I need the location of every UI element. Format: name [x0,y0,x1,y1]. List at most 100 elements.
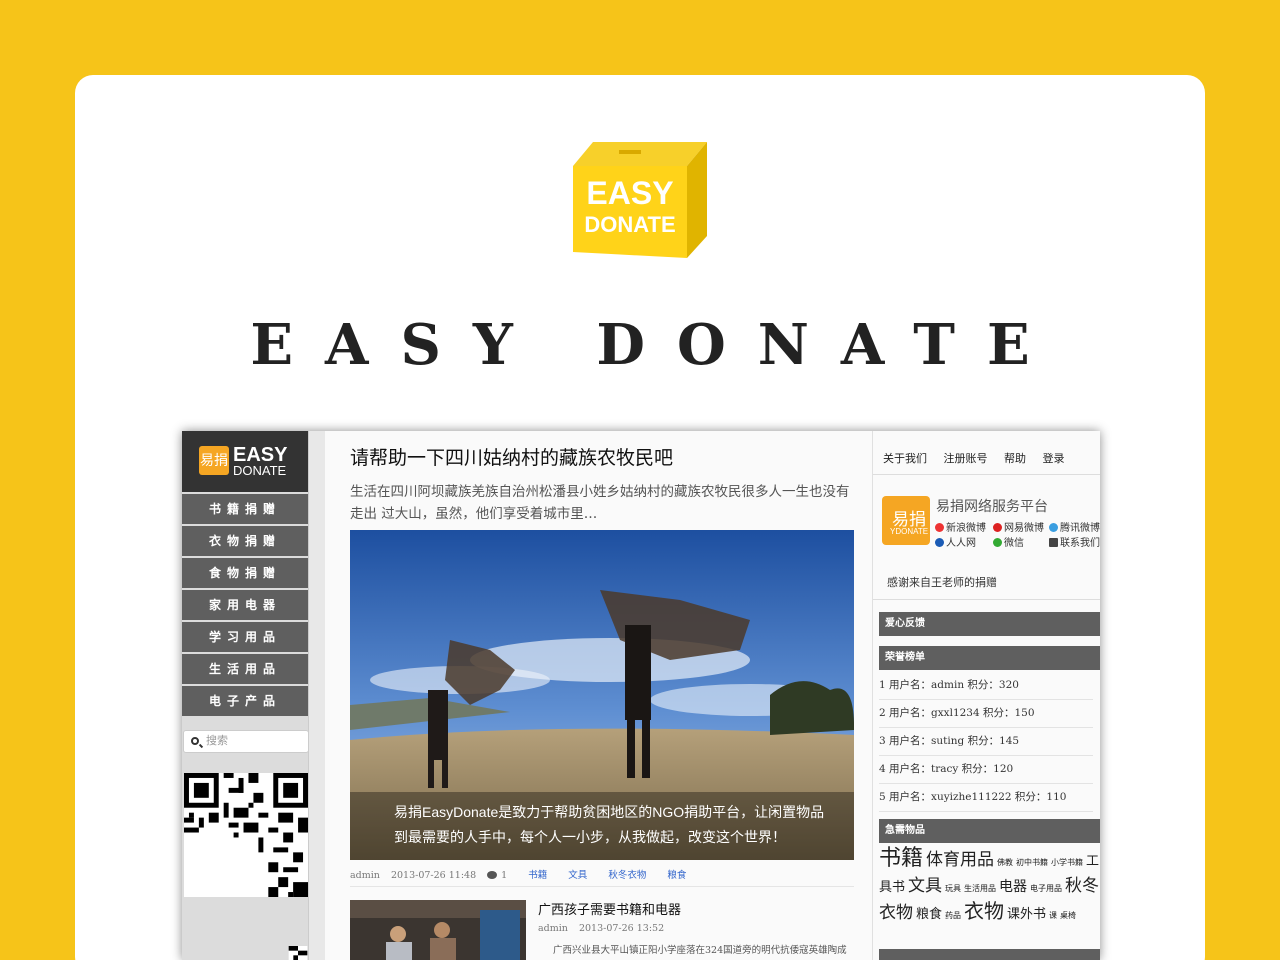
platform-logo: 易捐 YDONATE [882,496,930,545]
nav-register[interactable]: 注册账号 [944,452,988,465]
post-tag[interactable]: 粮食 [667,870,686,881]
social-label: 微信 [1004,538,1024,549]
rank-row: 3 用户名：suting 积分：145 [879,728,1093,756]
social-label: 联系我们 [1060,538,1100,549]
tag-cloud-item[interactable]: 衣物 [964,899,1004,923]
post2-meta: admin 2013-07-26 13:52 [538,923,664,934]
tag-cloud: 书籍 体育用品 佛教 初中书籍 小学书籍 工具书 文具 玩具 生活用品 电器 电子用品 秋冬衣物 粮食药… [879,847,1100,927]
post-excerpt: 生活在四川阿坝藏族羌族自治州松潘县小姓乡姑纳村的藏族农牧民很多人一生也没有走出 … [350,484,850,522]
social-netease[interactable]: 网易微博 [993,519,1044,534]
feedback-heading[interactable]: 爱心反馈 [879,612,1100,636]
qr-code-image [184,773,308,897]
social-weibo[interactable]: 新浪微博 [935,519,986,534]
wechat-icon [993,538,1002,547]
tag-cloud-item[interactable]: 体育用品 [926,850,994,870]
post-author[interactable]: admin [350,870,380,881]
tag-cloud-item[interactable]: 玩具 [945,884,961,893]
post2-photo [350,900,526,960]
tag-cloud-item[interactable]: 初中书籍 [1016,858,1048,867]
post-date: 2013-07-26 11:48 [390,870,477,881]
tag-cloud-item[interactable]: 桌椅 [1060,911,1076,920]
comment-icon [487,871,498,879]
social-contact[interactable]: 联系我们 [1049,534,1100,549]
hero-caption: 易捐EasyDonate是致力于帮助贫困地区的NGO捐助平台，让闲置物品 到最需… [350,792,854,860]
sidebar-item-daily[interactable]: 生活用品 [182,654,308,684]
tag-cloud-item[interactable]: 电器 [999,879,1027,895]
renren-icon [935,538,944,547]
column-gutter [309,431,325,960]
tag-cloud-item[interactable]: 生活用品 [964,884,996,893]
social-label: 人人网 [946,538,976,549]
thanks-message: 感谢来自王老师的捐赠 [887,576,997,589]
easy-donate-box-logo: EASY DONATE [573,142,707,258]
post2-date: 2013-07-26 13:52 [578,923,665,934]
main-content: 请帮助一下四川姑纳村的藏族农牧民吧 生活在四川阿坝藏族羌族自治州松潘县小姓乡姑纳… [325,431,872,960]
post-hero-image[interactable]: 易捐EasyDonate是致力于帮助贫困地区的NGO捐助平台，让闲置物品 到最需… [350,530,854,860]
post2-excerpt: 广西兴业县大平山镇正阳小学座落在324国道旁的明代抗倭寇英雄陶成 [553,945,847,956]
weibo-icon [935,523,944,532]
tag-cloud-item[interactable]: 小学书籍 [1051,858,1083,867]
tag-cloud-item[interactable]: 书籍 [879,846,923,871]
post-divider [350,886,854,887]
box-line2: DONATE [584,212,675,237]
tag-cloud-item[interactable]: 文具 [908,876,942,896]
urgent-heading: 急需物品 [879,819,1100,843]
post-meta: admin 2013-07-26 11:48 1 书籍 文具 秋冬衣物 粮食 [350,867,686,881]
honor-heading: 荣誉榜单 [879,646,1100,670]
sidebar-item-food[interactable]: 食物捐赠 [182,558,308,588]
sidebar: 易捐 EASY DONATE 书籍捐赠 衣物捐赠 食物捐赠 家用电器 学习用品 … [182,431,309,960]
social-label: 网易微博 [1004,523,1044,534]
sidebar-item-clothes[interactable]: 衣物捐赠 [182,526,308,556]
social-tencent[interactable]: 腾讯微博 [1049,519,1100,534]
platform-logo-sub: YDONATE [890,527,929,536]
post-tag[interactable]: 书籍 [528,870,547,881]
social-renren[interactable]: 人人网 [935,534,976,549]
hero-caption-line2: 到最需要的人手中，每个人一小步，从我做起，改变这个世界！ [394,829,786,845]
nav-about[interactable]: 关于我们 [883,452,927,465]
tag-cloud-item[interactable]: 课 [1049,911,1057,920]
platform-name: 易捐网络服务平台 [936,498,1048,514]
post-tag[interactable]: 文具 [568,870,587,881]
rank-row: 2 用户名：gxxl1234 积分：150 [879,700,1093,728]
tag-cloud-item[interactable]: 课外书 [1007,907,1046,922]
logo-mark: 易捐 [199,446,229,475]
contact-icon [1049,538,1058,547]
sidebar-item-books[interactable]: 书籍捐赠 [182,494,308,524]
netease-icon [993,523,1002,532]
social-label: 新浪微博 [946,523,986,534]
thanks-divider [873,599,1100,600]
sidebar-item-appliances[interactable]: 家用电器 [182,590,308,620]
social-wechat[interactable]: 微信 [993,534,1024,549]
logo-text-donate: DONATE [233,463,287,478]
hero-caption-line1: 易捐EasyDonate是致力于帮助贫困地区的NGO捐助平台，让闲置物品 [394,804,825,820]
post-title[interactable]: 请帮助一下四川姑纳村的藏族农牧民吧 [350,443,847,471]
tag-cloud-item[interactable]: 电子用品 [1030,884,1062,893]
tencent-icon [1049,523,1058,532]
rank-row: 4 用户名：tracy 积分：120 [879,756,1093,784]
search-icon [191,737,199,745]
sidebar-logo[interactable]: 易捐 EASY DONATE [182,431,308,492]
website-screenshot: 易捐 EASY DONATE 书籍捐赠 衣物捐赠 食物捐赠 家用电器 学习用品 … [182,431,1100,960]
nav-help[interactable]: 帮助 [1004,452,1026,465]
sidebar-item-electronics[interactable]: 电子产品 [182,686,308,716]
search-input[interactable]: 搜索 [183,730,309,753]
post2-title[interactable]: 广西孩子需要书籍和电器 [538,899,681,918]
rank-row: 5 用户名：xuyizhe111222 积分：110 [879,784,1093,812]
right-sidebar: 关于我们 注册账号 帮助 登录 易捐 YDONATE 易捐网络服务平台 新浪微博… [872,431,1100,960]
qr-code-fragment [288,946,308,960]
post2-author[interactable]: admin [538,923,568,934]
sidebar-item-stationery[interactable]: 学习用品 [182,622,308,652]
post-comment-count[interactable]: 1 [501,870,507,881]
tag-cloud-item[interactable]: 药品 [945,911,961,920]
top-nav: 关于我们 注册账号 帮助 登录 [883,450,1078,466]
tag-cloud-item[interactable]: 粮食 [916,907,942,922]
nav-login[interactable]: 登录 [1043,452,1065,465]
nav-divider [873,474,1100,475]
post2-thumbnail[interactable] [350,900,526,960]
search-placeholder: 搜索 [206,735,228,747]
brand-title: EASY DONATE [250,312,1062,378]
next-section-heading [879,949,1100,960]
box-line1: EASY [586,175,673,211]
post-tag[interactable]: 秋冬衣物 [608,870,646,881]
tag-cloud-item[interactable]: 佛教 [997,858,1013,867]
